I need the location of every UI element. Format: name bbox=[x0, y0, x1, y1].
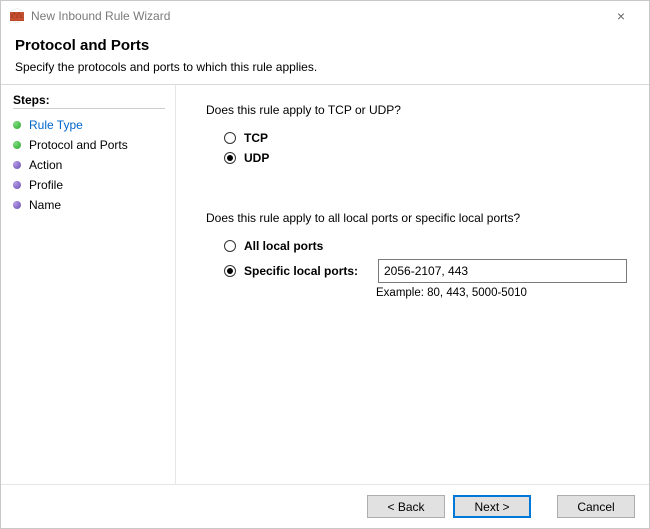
next-button[interactable]: Next > bbox=[453, 495, 531, 518]
ports-example-text: Example: 80, 443, 5000-5010 bbox=[376, 287, 627, 299]
page-subtitle: Specify the protocols and ports to which… bbox=[15, 60, 635, 74]
radio-udp[interactable]: UDP bbox=[224, 151, 627, 165]
wizard-window: New Inbound Rule Wizard × Protocol and P… bbox=[0, 0, 650, 529]
close-icon[interactable]: × bbox=[601, 9, 641, 23]
ports-question: Does this rule apply to all local ports … bbox=[206, 211, 627, 225]
steps-heading-underline bbox=[13, 108, 165, 109]
radio-icon bbox=[224, 152, 236, 164]
back-button[interactable]: < Back bbox=[367, 495, 445, 518]
step-rule-type[interactable]: Rule Type bbox=[13, 115, 165, 135]
step-label: Name bbox=[29, 198, 61, 212]
specific-ports-input[interactable] bbox=[378, 259, 627, 283]
step-bullet-icon bbox=[13, 201, 21, 209]
titlebar: New Inbound Rule Wizard × bbox=[1, 1, 649, 31]
step-bullet-icon bbox=[13, 121, 21, 129]
radio-label: Specific local ports: bbox=[244, 264, 378, 278]
radio-label: TCP bbox=[244, 131, 268, 145]
radio-all-local-ports[interactable]: All local ports bbox=[224, 239, 627, 253]
main-panel: Does this rule apply to TCP or UDP? TCP … bbox=[176, 85, 649, 484]
ports-section: Does this rule apply to all local ports … bbox=[206, 211, 627, 299]
step-label: Profile bbox=[29, 178, 63, 192]
radio-specific-local-ports[interactable]: Specific local ports: bbox=[224, 259, 627, 283]
step-label: Protocol and Ports bbox=[29, 138, 128, 152]
page-title: Protocol and Ports bbox=[15, 37, 635, 54]
step-bullet-icon bbox=[13, 141, 21, 149]
radio-label: UDP bbox=[244, 151, 269, 165]
steps-heading: Steps: bbox=[13, 93, 165, 107]
step-protocol-and-ports[interactable]: Protocol and Ports bbox=[13, 135, 165, 155]
radio-icon bbox=[224, 265, 236, 277]
protocol-question: Does this rule apply to TCP or UDP? bbox=[206, 103, 627, 117]
step-profile[interactable]: Profile bbox=[13, 175, 165, 195]
step-label: Rule Type bbox=[29, 118, 83, 132]
step-name[interactable]: Name bbox=[13, 195, 165, 215]
step-bullet-icon bbox=[13, 161, 21, 169]
radio-icon bbox=[224, 132, 236, 144]
step-label: Action bbox=[29, 158, 62, 172]
window-title: New Inbound Rule Wizard bbox=[31, 9, 601, 23]
step-bullet-icon bbox=[13, 181, 21, 189]
step-action[interactable]: Action bbox=[13, 155, 165, 175]
radio-tcp[interactable]: TCP bbox=[224, 131, 627, 145]
wizard-footer: < Back Next > Cancel bbox=[1, 484, 649, 528]
radio-label: All local ports bbox=[244, 239, 323, 253]
cancel-button[interactable]: Cancel bbox=[557, 495, 635, 518]
wizard-body: Steps: Rule Type Protocol and Ports Acti… bbox=[1, 85, 649, 484]
radio-icon bbox=[224, 240, 236, 252]
wizard-header: Protocol and Ports Specify the protocols… bbox=[1, 31, 649, 84]
firewall-icon bbox=[9, 8, 25, 24]
steps-sidebar: Steps: Rule Type Protocol and Ports Acti… bbox=[1, 85, 176, 484]
